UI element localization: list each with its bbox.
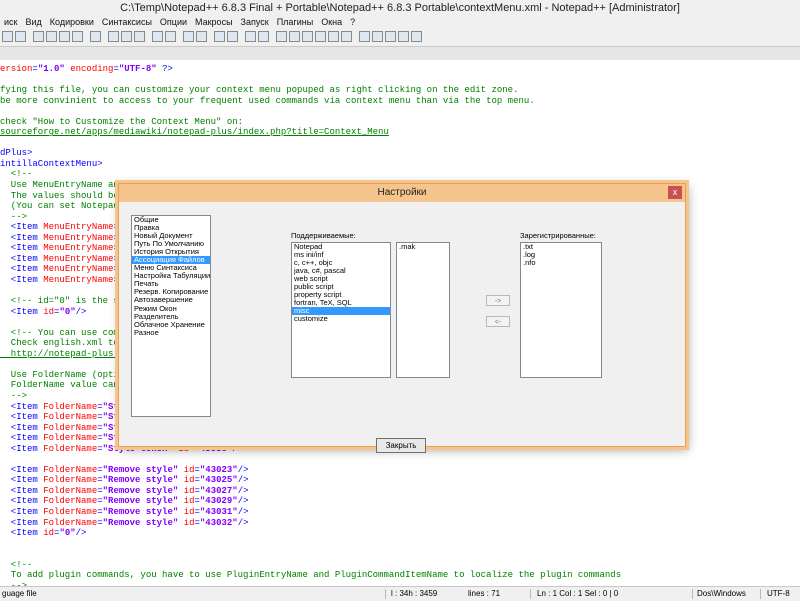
status-language: guage file	[2, 589, 37, 598]
code-line[interactable]: be more convinient to access to your fre…	[0, 96, 621, 107]
category-item[interactable]: Разное	[132, 328, 210, 337]
code-line[interactable]	[0, 539, 621, 550]
show-all-icon[interactable]	[289, 31, 300, 42]
code-line[interactable]	[0, 106, 621, 117]
paste-icon[interactable]	[134, 31, 145, 42]
zoom-in-icon[interactable]	[214, 31, 225, 42]
registered-list[interactable]: .txt .log .nfo	[520, 242, 602, 378]
menu-item[interactable]: ?	[346, 16, 359, 28]
extension-list[interactable]: .mak	[396, 242, 450, 378]
save-icon[interactable]	[33, 31, 44, 42]
code-line[interactable]: ersion="1.0" encoding="UTF-8" ?>	[0, 64, 621, 75]
play-multi-icon[interactable]	[398, 31, 409, 42]
supported-item[interactable]: customize	[292, 315, 390, 323]
code-line[interactable]: <Item FolderName="Remove style" id="4302…	[0, 475, 621, 486]
status-divider	[530, 589, 531, 599]
code-line[interactable]: <Item id="0"/>	[0, 528, 621, 539]
wrap-icon[interactable]	[276, 31, 287, 42]
func-list-icon[interactable]	[328, 31, 339, 42]
code-line[interactable]: <Item FolderName="Remove style" id="4303…	[0, 507, 621, 518]
print-icon[interactable]	[90, 31, 101, 42]
menu-item[interactable]: иск	[0, 16, 21, 28]
code-line[interactable]	[0, 549, 621, 560]
copy-icon[interactable]	[121, 31, 132, 42]
menu-item[interactable]: Вид	[21, 16, 45, 28]
menu-item[interactable]: Плагины	[273, 16, 317, 28]
redo-icon[interactable]	[165, 31, 176, 42]
status-bar: guage file l : 34h : 3459 lines : 71 Ln …	[0, 586, 800, 601]
status-lines: lines : 71	[468, 589, 501, 598]
menu-item[interactable]: Окна	[317, 16, 346, 28]
cut-icon[interactable]	[108, 31, 119, 42]
find-icon[interactable]	[183, 31, 194, 42]
status-divider	[760, 589, 761, 599]
stop-icon[interactable]	[372, 31, 383, 42]
supported-list[interactable]: Notepad ms ini/inf c, c++, objc java, c#, p…	[291, 242, 391, 378]
code-line[interactable]: dPlus>	[0, 148, 621, 159]
status-divider	[385, 589, 386, 599]
code-line[interactable]: <Item FolderName="Remove style" id="4302…	[0, 486, 621, 497]
tab-strip	[0, 47, 800, 61]
status-cursor: Ln : 1 Col : 1 Sel : 0 | 0	[537, 589, 619, 598]
code-line[interactable]: <Item FolderName="Remove style" id="4303…	[0, 518, 621, 529]
remove-extension-button[interactable]: <-	[486, 316, 510, 327]
code-line[interactable]: check "How to Customize the Context Menu…	[0, 117, 621, 128]
code-line[interactable]: To add plugin commands, you have to use …	[0, 570, 621, 581]
menu-item[interactable]: Запуск	[237, 16, 273, 28]
zoom-out-icon[interactable]	[227, 31, 238, 42]
code-line[interactable]: sourceforge.net/apps/mediawiki/notepad-p…	[0, 127, 621, 138]
code-line[interactable]	[0, 138, 621, 149]
status-position: l : 34h : 3459	[391, 589, 438, 598]
code-line[interactable]	[0, 454, 621, 465]
code-line[interactable]: <!--	[0, 560, 621, 571]
close-button[interactable]: Закрыть	[376, 438, 426, 453]
dialog-close-icon[interactable]: x	[668, 186, 682, 199]
open-file-icon[interactable]	[15, 31, 26, 42]
menu-item[interactable]: Синтаксисы	[98, 16, 156, 28]
sync-v-icon[interactable]	[245, 31, 256, 42]
record-icon[interactable]	[359, 31, 370, 42]
status-divider	[692, 589, 693, 599]
code-line[interactable]: <!--	[0, 169, 621, 180]
code-line[interactable]: <Item FolderName="Remove style" id="4302…	[0, 496, 621, 507]
close-all-icon[interactable]	[72, 31, 83, 42]
registered-item[interactable]: .nfo	[521, 259, 601, 267]
save-macro-icon[interactable]	[411, 31, 422, 42]
menu-item[interactable]: Опции	[156, 16, 191, 28]
supported-label: Поддерживаемые:	[291, 231, 356, 240]
status-encoding: UTF-8	[767, 589, 790, 598]
toolbar	[0, 28, 800, 47]
preferences-dialog: Настройки x Общие Правка Новый Документ Пут…	[118, 183, 686, 453]
undo-icon[interactable]	[152, 31, 163, 42]
dialog-title: Настройки	[119, 184, 685, 202]
sync-h-icon[interactable]	[258, 31, 269, 42]
folder-icon[interactable]	[341, 31, 352, 42]
play-icon[interactable]	[385, 31, 396, 42]
doc-map-icon[interactable]	[315, 31, 326, 42]
category-list[interactable]: Общие Правка Новый Документ Путь По Умолчан…	[131, 215, 211, 417]
dialog-body: Общие Правка Новый Документ Путь По Умолчан…	[119, 202, 685, 453]
code-line[interactable]: fying this file, you can customize your …	[0, 85, 621, 96]
replace-icon[interactable]	[196, 31, 207, 42]
extension-item[interactable]: .mak	[397, 243, 449, 251]
close-icon[interactable]	[59, 31, 70, 42]
menu-item[interactable]: Макросы	[191, 16, 237, 28]
status-eol: Dos\Windows	[697, 589, 746, 598]
save-all-icon[interactable]	[46, 31, 57, 42]
menu-bar: иск Вид Кодировки Синтаксисы Опции Макросы Зап…	[0, 16, 800, 28]
window-title: C:\Temp\Notepad++ 6.8.3 Final + Portable…	[0, 0, 800, 16]
add-extension-button[interactable]: ->	[486, 295, 510, 306]
new-file-icon[interactable]	[2, 31, 13, 42]
menu-item[interactable]: Кодировки	[46, 16, 98, 28]
code-line[interactable]: intillaContextMenu>	[0, 159, 621, 170]
registered-label: Зарегистрированные:	[520, 231, 596, 240]
code-line[interactable]: <Item FolderName="Remove style" id="4302…	[0, 465, 621, 476]
code-line[interactable]	[0, 75, 621, 86]
indent-guide-icon[interactable]	[302, 31, 313, 42]
